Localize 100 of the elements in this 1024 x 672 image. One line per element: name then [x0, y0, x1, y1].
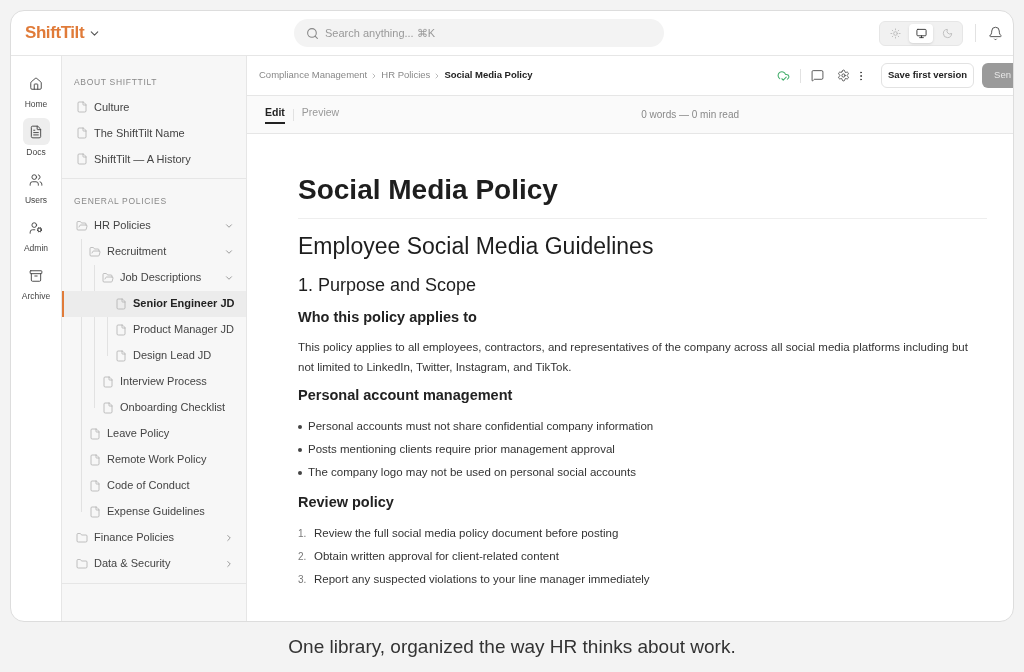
- moon-icon: [941, 27, 953, 39]
- folder-icon: [76, 531, 88, 544]
- document-item[interactable]: Expense Guidelines: [62, 498, 246, 525]
- sun-icon: [889, 27, 901, 39]
- document-item[interactable]: Product Manager JD: [62, 316, 246, 343]
- bullet-icon: [298, 447, 302, 452]
- nav-item[interactable]: Users: [14, 166, 58, 206]
- breadcrumb-link[interactable]: Social Media Policy: [444, 68, 533, 83]
- document-icon: [29, 124, 43, 139]
- nav-item[interactable]: Docs: [14, 118, 58, 158]
- document-item[interactable]: ShiftTilt — A History: [62, 145, 246, 172]
- document-item[interactable]: The ShiftTilt Name: [62, 119, 246, 146]
- breadcrumb-link[interactable]: HR Policies: [381, 68, 431, 83]
- list-item: Personal accounts must not share confidential company information: [308, 418, 654, 434]
- file-icon: [89, 479, 101, 492]
- item-label: Expense Guidelines: [107, 504, 205, 520]
- file-icon: [76, 100, 88, 113]
- folder-icon: [76, 557, 88, 570]
- item-label: Interview Process: [120, 374, 207, 390]
- section-title: GENERAL POLICIES: [73, 194, 168, 208]
- list-number: 2.: [298, 550, 308, 564]
- item-label: Remote Work Policy: [107, 452, 207, 468]
- file-icon: [89, 427, 101, 440]
- folder-icon: [76, 219, 88, 232]
- list-item: Review the full social media policy document before posting: [314, 525, 619, 541]
- item-label: HR Policies: [94, 218, 151, 234]
- item-label: Leave Policy: [107, 426, 170, 442]
- item-label: Recruitment: [107, 244, 167, 260]
- item-label: Culture: [94, 99, 130, 115]
- list-number: 3.: [298, 573, 308, 587]
- document-item[interactable]: Leave Policy: [62, 420, 246, 447]
- archive-icon: [29, 268, 43, 283]
- caption: One library, organized the way HR thinks about work.: [288, 634, 736, 659]
- folder-item[interactable]: Finance Policies: [62, 524, 246, 551]
- list-item: Obtain written approval for client-related content: [314, 548, 559, 564]
- monitor-icon: [915, 27, 927, 39]
- paragraph: This policy applies to all employees, contractors, and representatives of the company across all social media platforms including but not limited to LinkedIn, Twitter, Instagram, and TikTok.: [298, 340, 969, 375]
- list-item: Posts mentioning clients require prior management approval: [308, 441, 615, 457]
- breadcrumb-link[interactable]: Compliance Management: [259, 68, 368, 83]
- file-icon: [115, 323, 127, 336]
- folder-icon: [89, 245, 101, 258]
- list-item: The company logo may not be used on personal social accounts: [308, 464, 636, 480]
- heading: Personal account management: [298, 386, 514, 405]
- user-gear-icon: [29, 220, 43, 235]
- nav-item[interactable]: Admin: [14, 214, 58, 254]
- item-label: Finance Policies: [94, 530, 175, 546]
- file-icon: [102, 375, 114, 388]
- chevron-right-icon: [224, 558, 234, 569]
- file-icon: [76, 126, 88, 139]
- search-input[interactable]: Search anything... ⌘K: [325, 24, 652, 42]
- chevron-right-icon: [224, 532, 234, 543]
- folder-item[interactable]: Recruitment: [62, 238, 246, 265]
- item-label: The ShiftTilt Name: [94, 125, 185, 141]
- word-count: 0 words — 0 min read: [641, 108, 740, 122]
- settings-icon[interactable]: [836, 69, 850, 82]
- file-icon: [89, 453, 101, 466]
- file-icon: [115, 349, 127, 362]
- item-label: Data & Security: [94, 556, 171, 572]
- item-label: ShiftTilt — A History: [94, 151, 191, 167]
- editor-tab[interactable]: Edit: [265, 104, 285, 125]
- bullet-icon: [298, 470, 302, 475]
- folder-item[interactable]: Data & Security: [62, 550, 246, 577]
- item-label: Product Manager JD: [133, 322, 234, 338]
- theme-button[interactable]: [909, 23, 933, 43]
- document-item[interactable]: Onboarding Checklist: [62, 394, 246, 421]
- bullet-icon: [298, 424, 302, 429]
- file-icon: [89, 505, 101, 518]
- document-title: Social Media Policy: [298, 173, 559, 207]
- item-label: Onboarding Checklist: [120, 400, 226, 416]
- list-item: Report any suspected violations to your line manager immediately: [314, 571, 650, 587]
- list-number: 1.: [298, 527, 308, 541]
- nav-item[interactable]: Archive: [14, 262, 58, 302]
- search-field[interactable]: Search anything... ⌘K: [294, 19, 664, 47]
- item-label: Senior Engineer JD: [133, 296, 235, 312]
- file-icon: [102, 401, 114, 414]
- users-icon: [29, 172, 43, 187]
- home-icon: [29, 76, 43, 91]
- folder-icon: [102, 271, 114, 284]
- save-button[interactable]: Save first version: [880, 63, 975, 88]
- document-item[interactable]: Interview Process: [62, 368, 246, 395]
- heading: 1. Purpose and Scope: [298, 274, 478, 297]
- folder-item[interactable]: Job Descriptions: [62, 264, 246, 291]
- document-item[interactable]: Design Lead JD: [62, 342, 246, 369]
- document-item[interactable]: Culture: [62, 93, 246, 120]
- nav-item[interactable]: Home: [14, 70, 58, 110]
- notifications-icon[interactable]: [988, 25, 1003, 41]
- comment-icon[interactable]: [810, 69, 824, 82]
- search-icon: [306, 26, 319, 40]
- file-icon: [76, 152, 88, 165]
- section-title: ABOUT SHIFTTILT: [73, 76, 159, 89]
- item-label: Job Descriptions: [120, 270, 202, 286]
- item-label: Code of Conduct: [107, 478, 190, 494]
- document-item[interactable]: Remote Work Policy: [62, 446, 246, 473]
- file-icon: [115, 297, 127, 310]
- item-label: Design Lead JD: [133, 348, 212, 364]
- heading: Review policy: [298, 493, 395, 512]
- folder-item[interactable]: HR Policies: [62, 212, 246, 239]
- heading: Employee Social Media Guidelines: [298, 232, 655, 261]
- document-item[interactable]: Senior Engineer JD: [62, 290, 246, 317]
- document-item[interactable]: Code of Conduct: [62, 472, 246, 499]
